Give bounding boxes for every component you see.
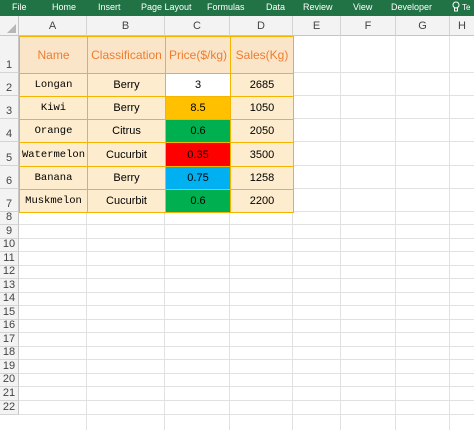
gridline	[19, 278, 474, 279]
cell-name[interactable]: Orange	[19, 119, 88, 143]
tab-view[interactable]: View	[353, 2, 372, 12]
row-header-12[interactable]: 12	[0, 265, 19, 279]
cell-price[interactable]: 0.6	[165, 119, 231, 143]
cell-price[interactable]: 0.35	[165, 142, 231, 167]
tab-insert[interactable]: Insert	[98, 2, 121, 12]
gridline	[19, 319, 474, 320]
tab-review[interactable]: Review	[303, 2, 333, 12]
cell-name[interactable]: Longan	[19, 73, 88, 97]
cell-classification[interactable]: Berry	[87, 73, 166, 97]
tell-me-text: Te	[462, 2, 471, 12]
gridline	[19, 238, 474, 239]
table-header-price[interactable]: Price($/kg)	[165, 36, 231, 74]
column-header-d[interactable]: D	[230, 16, 293, 36]
tab-developer[interactable]: Developer	[391, 2, 432, 12]
column-header-f[interactable]: F	[341, 16, 396, 36]
table-header-name[interactable]: Name	[19, 36, 88, 74]
row-header-14[interactable]: 14	[0, 292, 19, 306]
cell-sales[interactable]: 2200	[230, 189, 294, 213]
tab-formulas[interactable]: Formulas	[207, 2, 245, 12]
cell-name[interactable]: Watermelon	[19, 142, 88, 167]
tab-file[interactable]: File	[12, 2, 27, 12]
column-header-h[interactable]: H	[450, 16, 474, 36]
table-header-sales[interactable]: Sales(Kg)	[230, 36, 294, 74]
tab-home[interactable]: Home	[52, 2, 76, 12]
gridline	[19, 400, 474, 401]
cell-sales[interactable]: 1050	[230, 96, 294, 120]
cell-classification[interactable]: Cucurbit	[87, 142, 166, 167]
row-header-2[interactable]: 2	[0, 73, 19, 96]
column-header-a[interactable]: A	[19, 16, 87, 36]
row-header-1[interactable]: 1	[0, 36, 19, 73]
cell-classification[interactable]: Citrus	[87, 119, 166, 143]
select-all-corner[interactable]	[0, 16, 19, 36]
cell-classification[interactable]: Cucurbit	[87, 189, 166, 213]
row-header-3[interactable]: 3	[0, 96, 19, 119]
cell-price[interactable]: 0.6	[165, 189, 231, 213]
row-header-15[interactable]: 15	[0, 306, 19, 320]
gridline	[19, 373, 474, 374]
gridline	[19, 251, 474, 252]
cell-sales[interactable]: 1258	[230, 166, 294, 190]
column-header-e[interactable]: E	[293, 16, 341, 36]
gridline	[19, 265, 474, 266]
row-header-4[interactable]: 4	[0, 119, 19, 142]
row-header-6[interactable]: 6	[0, 166, 19, 189]
spreadsheet-grid[interactable]: A B C D E F G H 1 2 3 4 5 6 7 8 9 10 11 …	[0, 16, 474, 430]
row-header-5[interactable]: 5	[0, 142, 19, 166]
lightbulb-icon	[452, 1, 460, 12]
column-header-b[interactable]: B	[87, 16, 165, 36]
cell-sales[interactable]: 2685	[230, 73, 294, 97]
gridline	[19, 332, 474, 333]
cell-price[interactable]: 8.5	[165, 96, 231, 120]
row-header-9[interactable]: 9	[0, 225, 19, 239]
gridline	[19, 359, 474, 360]
row-header-8[interactable]: 8	[0, 211, 19, 225]
cell-name[interactable]: Banana	[19, 166, 88, 190]
row-header-17[interactable]: 17	[0, 333, 19, 347]
row-header-21[interactable]: 21	[0, 387, 19, 401]
gridline	[19, 414, 474, 415]
table-header-classification[interactable]: Classification	[87, 36, 166, 74]
ribbon-tabs: File Home Insert Page Layout Formulas Da…	[0, 0, 474, 16]
cell-price[interactable]: 0.75	[165, 166, 231, 190]
cell-sales[interactable]: 3500	[230, 142, 294, 167]
row-header-13[interactable]: 13	[0, 279, 19, 293]
tab-data[interactable]: Data	[266, 2, 285, 12]
cell-classification[interactable]: Berry	[87, 96, 166, 120]
row-header-7[interactable]: 7	[0, 189, 19, 212]
row-header-22[interactable]: 22	[0, 401, 19, 415]
tell-me-box[interactable]: Te	[452, 1, 470, 13]
gridline	[19, 346, 474, 347]
gridline	[19, 386, 474, 387]
row-header-20[interactable]: 20	[0, 373, 19, 387]
cell-sales[interactable]: 2050	[230, 119, 294, 143]
row-header-18[interactable]: 18	[0, 346, 19, 360]
cell-name[interactable]: Muskmelon	[19, 189, 88, 213]
gridline	[19, 305, 474, 306]
cell-price[interactable]: 3	[165, 73, 231, 97]
cell-name[interactable]: Kiwi	[19, 96, 88, 120]
column-header-c[interactable]: C	[165, 16, 230, 36]
row-header-16[interactable]: 16	[0, 319, 19, 333]
row-header-19[interactable]: 19	[0, 360, 19, 374]
select-all-triangle-icon	[7, 24, 16, 33]
cell-classification[interactable]: Berry	[87, 166, 166, 190]
row-header-10[interactable]: 10	[0, 238, 19, 252]
gridline	[19, 292, 474, 293]
gridline	[19, 224, 474, 225]
column-header-g[interactable]: G	[396, 16, 450, 36]
row-header-11[interactable]: 11	[0, 252, 19, 266]
tab-page-layout[interactable]: Page Layout	[141, 2, 192, 12]
